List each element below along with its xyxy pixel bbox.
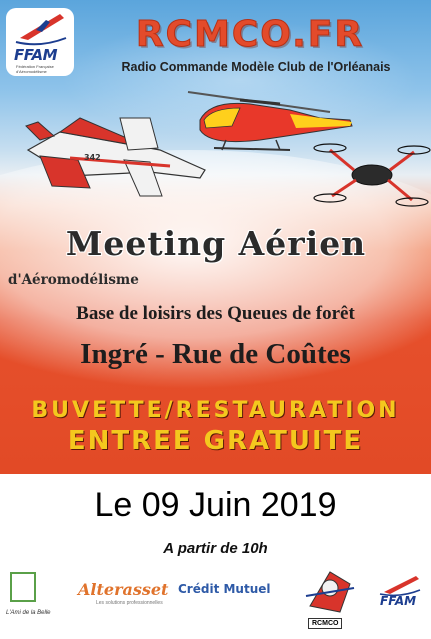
sponsor-name: RCMCO — [308, 618, 343, 629]
rcmco-mascot-icon — [305, 571, 355, 613]
sponsor-logo-ami: L'Ami de la Belle — [6, 570, 68, 628]
event-date: Le 09 Juin 2019 — [94, 486, 337, 524]
svg-text:342: 342 — [84, 153, 101, 162]
sponsor-logo-rcmco: RCMCO — [300, 566, 360, 632]
sponsor-name: FFAM — [380, 594, 417, 608]
event-title: Meeting Aérien — [65, 224, 367, 263]
sponsor-green-square-icon — [10, 572, 36, 602]
sponsor-name: L'Ami de la Belle — [6, 610, 51, 616]
event-entry: ENTREE GRATUITE — [67, 426, 364, 456]
event-services: BUVETTE/RESTAURATION — [31, 398, 400, 423]
aerobatic-plane-icon: 342 — [25, 117, 206, 197]
sponsor-name: Alterasset — [78, 580, 169, 599]
event-subtitle: d'Aéromodélisme — [8, 272, 139, 288]
drone-icon — [313, 143, 431, 207]
event-poster: FFAM Fédération Française d'Aéromodélism… — [0, 0, 431, 474]
helicopter-icon — [187, 91, 353, 151]
sponsor-name: Crédit Mutuel — [178, 582, 271, 596]
sponsor-strip: L'Ami de la Belle Alterasset Les solutio… — [0, 566, 431, 636]
ffam-plane-small-icon — [379, 576, 421, 597]
aircraft-illustration: 342 — [25, 91, 431, 207]
sponsor-logo-alterasset: Alterasset Les solutions professionnelle… — [78, 574, 169, 610]
sponsor-logo-ffam: FFAM — [376, 572, 424, 626]
sponsor-tagline: Les solutions professionnelles — [96, 600, 163, 606]
event-venue: Base de loisirs des Queues de forêt — [76, 303, 355, 324]
sponsor-logo-credit-mutuel: Crédit Mutuel — [178, 582, 286, 606]
event-location: Ingré - Rue de Coûtes — [80, 338, 351, 370]
event-start-time: A partir de 10h — [163, 540, 268, 557]
